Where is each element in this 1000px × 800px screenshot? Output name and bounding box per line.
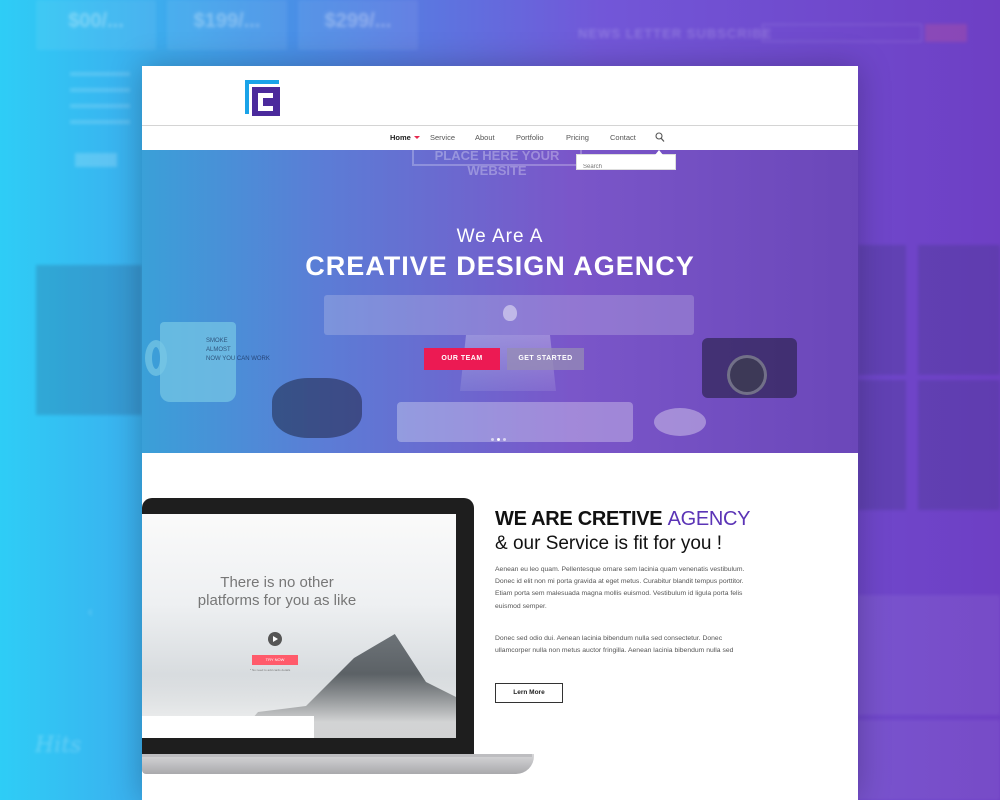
nav-item-portfolio[interactable]: Portfolio	[516, 133, 544, 142]
bg-photo	[918, 245, 1000, 375]
about-paragraph: Donec sed odio dui. Aenean lacinia biben…	[495, 635, 734, 655]
mug-text-line: SMOKE	[206, 338, 228, 344]
bg-newsletter-title: NEWS LETTER SUBSCRIBE	[578, 26, 773, 41]
hero-slider: PLACE HERE YOUR WEBSITE SMOKE ALMOST NOW…	[142, 150, 858, 453]
slider-dot[interactable]	[503, 438, 506, 441]
about-heading-bold: WE ARE CRETIVE	[495, 508, 668, 530]
headphones-image	[272, 378, 362, 438]
chevron-down-icon[interactable]	[414, 136, 420, 139]
mug-text-line: ALMOST	[206, 347, 231, 353]
main-nav: Home Service About Portfolio Pricing Con…	[142, 126, 858, 150]
play-icon[interactable]	[268, 632, 282, 646]
about-subheading: & our Service is fit for you !	[495, 533, 723, 554]
about-heading-accent: AGENCY	[667, 508, 751, 530]
screen-headline-line: platforms for you as like	[197, 592, 357, 609]
bg-price-card: $00/...	[36, 0, 156, 50]
bg-panel	[858, 720, 1000, 800]
mug-text-line: NOW YOU CAN WORK	[206, 356, 270, 362]
hero-sign: PLACE HERE YOUR WEBSITE	[412, 150, 582, 178]
bg-photo	[918, 380, 1000, 510]
bg-newsletter-input	[762, 24, 922, 42]
bg-photo	[858, 245, 906, 375]
try-note: * No need to add cards details	[250, 668, 291, 672]
bg-photo	[858, 380, 906, 510]
our-team-button[interactable]: OUR TEAM	[424, 348, 500, 370]
laptop-mockup: There is no other platforms for you as l…	[142, 498, 534, 800]
camera-lens-image	[727, 355, 767, 395]
laptop-lid: There is no other platforms for you as l…	[142, 498, 474, 754]
nav-item-pricing[interactable]: Pricing	[566, 133, 589, 142]
nav-item-home[interactable]: Home	[390, 133, 411, 142]
hero-subtitle: We Are A	[456, 226, 544, 247]
bg-logo: Hits	[35, 733, 82, 758]
laptop-base	[142, 754, 534, 774]
learn-more-button[interactable]: Lern More	[495, 683, 563, 703]
nav-item-about[interactable]: About	[475, 133, 495, 142]
bg-portrait-photo	[36, 265, 142, 415]
site-header	[142, 66, 858, 126]
screen-bottom-bar	[142, 716, 314, 738]
search-input[interactable]	[577, 160, 675, 174]
laptop-screen: There is no other platforms for you as l…	[142, 514, 456, 738]
bg-feature-lines	[70, 60, 130, 136]
about-paragraph: Aenean eu leo quam. Pellentesque ornare …	[495, 566, 745, 610]
slider-dots	[491, 428, 509, 446]
nav-item-contact[interactable]: Contact	[610, 133, 636, 142]
keyboard-image	[397, 402, 633, 442]
hero-title: CREATIVE DESIGN AGENCY	[305, 251, 695, 281]
website-mockup: Home Service About Portfolio Pricing Con…	[142, 66, 858, 800]
screen-headline: There is no other platforms for you as l…	[142, 574, 412, 610]
mug-text: SMOKE ALMOST NOW YOU CAN WORK	[206, 337, 270, 364]
bg-price-card: $199/...	[167, 0, 287, 50]
mouse-image	[654, 408, 706, 436]
search-icon[interactable]	[655, 132, 665, 143]
bg-newsletter-button	[925, 24, 967, 42]
slider-dot[interactable]	[491, 438, 494, 441]
logo-icon[interactable]	[245, 80, 281, 116]
apple-logo-icon	[503, 305, 517, 321]
slider-dot-active[interactable]	[497, 438, 500, 441]
search-dropdown	[576, 150, 676, 174]
bg-price-card: $299/...	[298, 0, 418, 50]
get-started-button[interactable]: GET STARTED	[507, 348, 584, 370]
try-now-button[interactable]: TRY NOW	[252, 655, 298, 665]
about-heading: WE ARE CRETIVE AGENCY	[495, 508, 751, 531]
bg-panel	[858, 595, 1000, 715]
nav-item-service[interactable]: Service	[430, 133, 455, 142]
bg-arrow-icon: ‹	[88, 603, 93, 619]
bg-button	[75, 153, 117, 167]
screen-headline-line: There is no other	[220, 574, 334, 591]
